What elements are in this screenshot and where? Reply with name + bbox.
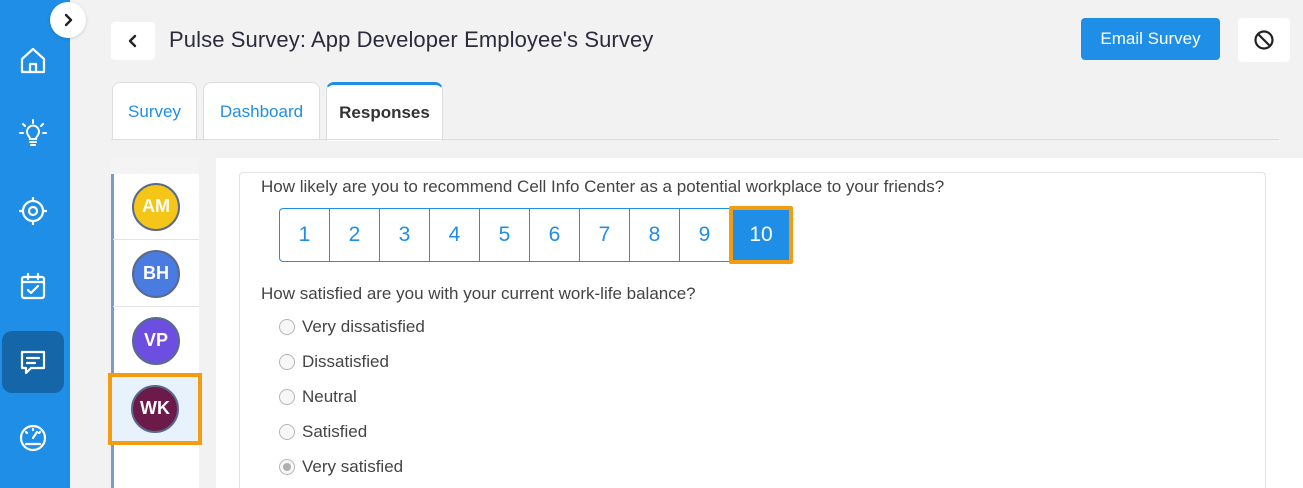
avatar: AM bbox=[132, 182, 180, 231]
rating-option[interactable]: 6 bbox=[529, 208, 580, 262]
radio-option-label: Very dissatisfied bbox=[302, 317, 425, 336]
question-work-life-balance: How satisfied are you with your current … bbox=[261, 284, 696, 303]
lightbulb-icon bbox=[19, 119, 47, 146]
radio-option[interactable]: Dissatisfied bbox=[279, 351, 389, 373]
rating-option[interactable]: 8 bbox=[629, 208, 680, 262]
rating-option[interactable]: 4 bbox=[429, 208, 480, 262]
email-survey-button[interactable]: Email Survey bbox=[1081, 18, 1220, 60]
rating-option[interactable]: 1 bbox=[279, 208, 330, 262]
calendar-check-icon bbox=[20, 272, 46, 300]
block-icon bbox=[1254, 30, 1274, 50]
nav-home[interactable] bbox=[2, 29, 64, 91]
rating-option[interactable]: 5 bbox=[479, 208, 530, 262]
respondent-list-header bbox=[111, 158, 199, 174]
respondent-item-am[interactable]: AM bbox=[113, 174, 199, 240]
tab-responses[interactable]: Responses bbox=[326, 82, 443, 141]
back-button[interactable] bbox=[111, 22, 155, 60]
nav-goals[interactable] bbox=[2, 180, 64, 242]
chevron-left-icon bbox=[128, 34, 137, 48]
radio-option[interactable]: Neutral bbox=[279, 386, 357, 408]
avatar: VP bbox=[132, 316, 180, 365]
radio-button[interactable] bbox=[279, 424, 295, 440]
speedometer-icon bbox=[19, 424, 47, 452]
rating-option[interactable]: 2 bbox=[329, 208, 380, 262]
target-icon bbox=[19, 197, 47, 225]
nav-dashboard[interactable] bbox=[2, 407, 64, 469]
rating-option[interactable]: 3 bbox=[379, 208, 430, 262]
rating-scale: 1 2 3 4 5 6 7 8 9 10 bbox=[279, 206, 793, 264]
radio-button-checked[interactable] bbox=[279, 459, 295, 475]
rating-option[interactable]: 7 bbox=[579, 208, 630, 262]
radio-option-label: Neutral bbox=[302, 387, 357, 406]
question-recommend: How likely are you to recommend Cell Inf… bbox=[261, 177, 945, 196]
nav-ideas[interactable] bbox=[2, 102, 64, 164]
radio-option-selected[interactable]: Very satisfied bbox=[279, 456, 403, 478]
respondent-item-vp[interactable]: VP bbox=[113, 308, 199, 374]
sidebar bbox=[0, 0, 70, 488]
tab-survey[interactable]: Survey bbox=[112, 82, 197, 140]
radio-option-label: Dissatisfied bbox=[302, 352, 389, 371]
nav-calendar[interactable] bbox=[2, 255, 64, 317]
radio-button[interactable] bbox=[279, 319, 295, 335]
radio-button[interactable] bbox=[279, 354, 295, 370]
page-title: Pulse Survey: App Developer Employee's S… bbox=[169, 27, 654, 52]
radio-button[interactable] bbox=[279, 389, 295, 405]
home-icon bbox=[20, 47, 46, 74]
avatar: WK bbox=[131, 384, 179, 433]
radio-option[interactable]: Very dissatisfied bbox=[279, 316, 425, 338]
nav-surveys[interactable] bbox=[2, 331, 64, 393]
sidebar-toggle-button[interactable] bbox=[50, 2, 86, 38]
chat-icon bbox=[20, 350, 46, 375]
respondent-item-bh[interactable]: BH bbox=[113, 241, 199, 307]
avatar: BH bbox=[132, 249, 180, 298]
chevron-right-icon bbox=[64, 13, 73, 27]
radio-option-label: Very satisfied bbox=[302, 457, 404, 476]
radio-option[interactable]: Satisfied bbox=[279, 421, 367, 443]
rating-option-selected[interactable]: 10 bbox=[729, 206, 793, 264]
rating-option[interactable]: 9 bbox=[679, 208, 730, 262]
respondent-item-wk[interactable]: WK bbox=[108, 373, 202, 445]
tab-divider bbox=[111, 139, 1279, 140]
radio-option-label: Satisfied bbox=[302, 422, 368, 441]
block-button[interactable] bbox=[1238, 18, 1290, 62]
tab-dashboard[interactable]: Dashboard bbox=[203, 82, 320, 140]
